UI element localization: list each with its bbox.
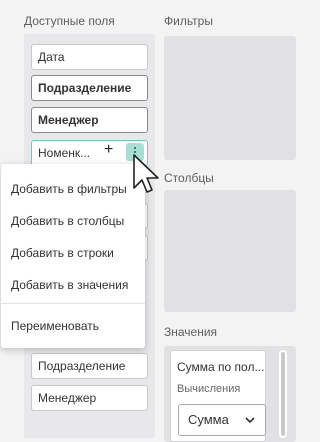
- chevron-down-icon: [245, 417, 255, 424]
- filters-heading: Фильтры: [164, 14, 213, 28]
- menu-item-add-to-rows[interactable]: Добавить в строки: [11, 246, 114, 260]
- field-item-date[interactable]: Дата: [31, 44, 148, 70]
- menu-item-add-to-columns[interactable]: Добавить в столбцы: [11, 214, 124, 228]
- calc-select[interactable]: Сумма: [178, 404, 266, 436]
- value-card-title: Сумма по пол...: [177, 360, 265, 374]
- menu-divider: [1, 303, 145, 304]
- menu-item-add-to-filters[interactable]: Добавить в фильтры: [11, 182, 127, 196]
- available-fields-heading: Доступные поля: [24, 14, 115, 28]
- columns-drop-zone[interactable]: [164, 190, 296, 312]
- values-heading: Значения: [164, 325, 218, 339]
- calc-select-value: Сумма: [188, 412, 229, 427]
- menu-item-add-to-values[interactable]: Добавить в значения: [11, 278, 128, 292]
- field-item-manager[interactable]: Менеджер: [31, 107, 148, 133]
- mouse-pointer-icon: [133, 154, 159, 193]
- plus-icon[interactable]: +: [104, 142, 113, 158]
- columns-heading: Столбцы: [164, 171, 214, 185]
- field-item-department-lower[interactable]: Подразделение: [31, 353, 148, 379]
- field-item-manager-lower[interactable]: Менеджер: [31, 385, 148, 411]
- field-context-menu: Добавить в фильтры Добавить в столбцы До…: [1, 164, 145, 348]
- filters-drop-zone[interactable]: [164, 36, 296, 160]
- calc-label: Вычисления: [177, 383, 241, 395]
- field-item-department[interactable]: Подразделение: [31, 75, 148, 101]
- menu-item-rename[interactable]: Переименовать: [11, 319, 99, 333]
- values-scrollbar-thumb[interactable]: [281, 352, 285, 436]
